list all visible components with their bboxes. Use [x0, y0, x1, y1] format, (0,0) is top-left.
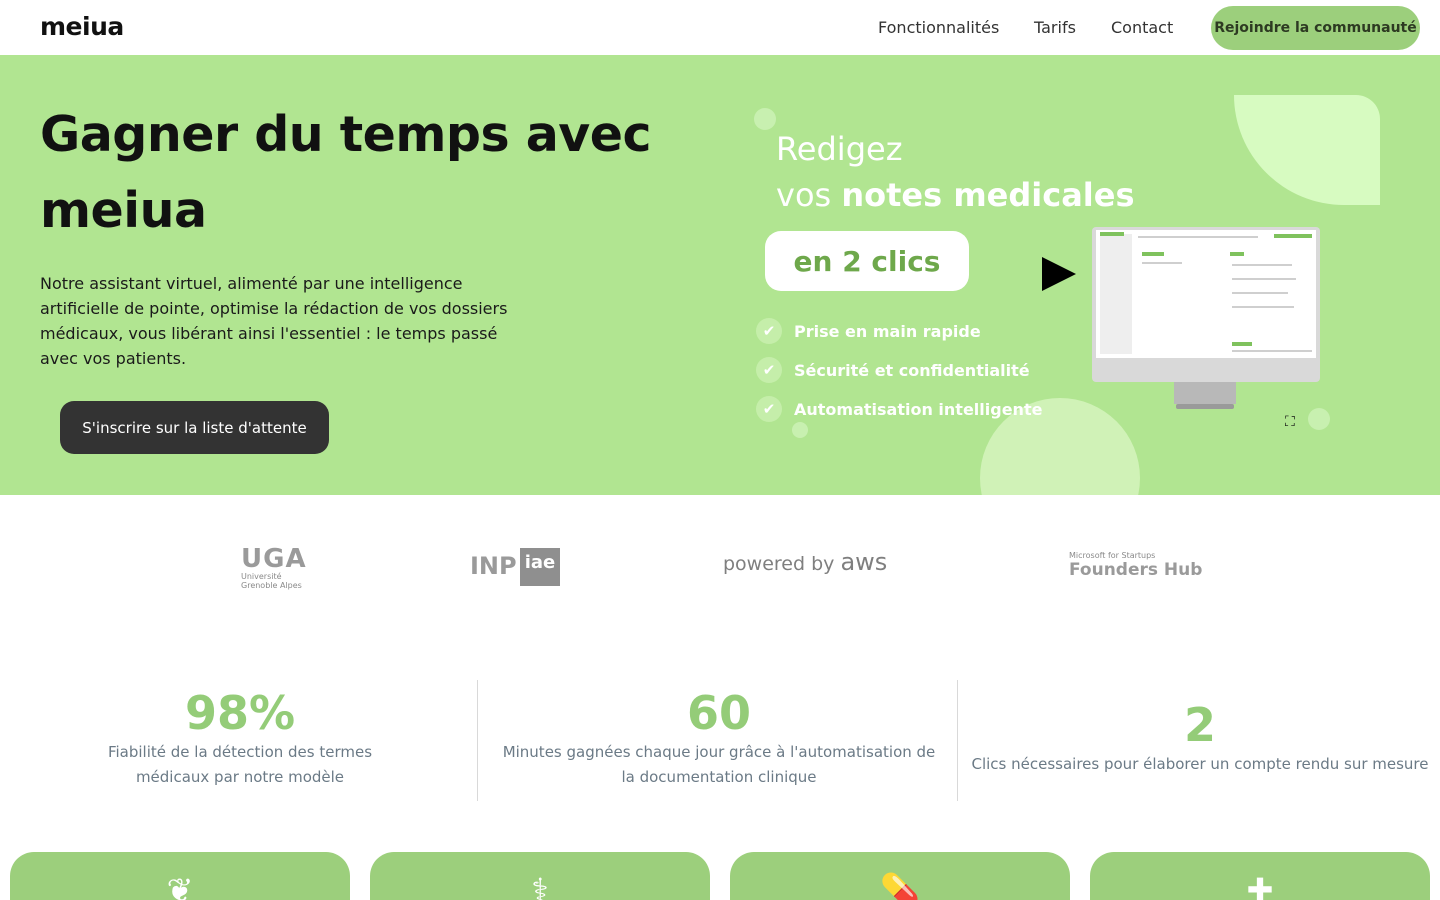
user-plus-icon: ✚ [1246, 871, 1274, 900]
site-header: meiua Fonctionnalités Tarifs Contact Rej… [0, 0, 1440, 55]
screen-line [1232, 306, 1294, 308]
hero-title: Gagner du temps avec meiua [40, 106, 652, 239]
feature-card[interactable]: ❦ [10, 852, 350, 900]
stethoscope-icon: ⚕ [531, 871, 549, 900]
promo-line-2-bold: notes medicales [841, 176, 1135, 214]
waitlist-button[interactable]: S'inscrire sur la liste d'attente [60, 401, 329, 454]
promo-line-2: vos notes medicales [776, 176, 1135, 214]
aws-brand: aws [840, 548, 888, 576]
nav-link-contact[interactable]: Contact [1111, 18, 1173, 37]
fullscreen-icon[interactable]: ⛶ [1285, 415, 1299, 429]
screen-sidebar [1100, 234, 1132, 354]
partner-logo-inp-iae: INP iae [470, 548, 560, 586]
stat-value: 60 [686, 686, 751, 740]
feature-card[interactable]: ✚ [1090, 852, 1430, 900]
hero-section: Gagner du temps avec meiua Notre assista… [0, 55, 1440, 495]
stat-reliability: 98% Fiabilité de la détection des termes… [60, 686, 420, 790]
screen-line [1138, 236, 1258, 238]
promo-pill: en 2 clics [765, 231, 969, 291]
uga-line-2: Grenoble Alpes [241, 581, 302, 590]
feature-card[interactable]: ⚕ [370, 852, 710, 900]
hero-description: Notre assistant virtuel, alimenté par un… [40, 274, 508, 368]
partner-logo-uga: UGA Université Grenoble Alpes [241, 546, 311, 590]
aws-prefix: powered by [723, 553, 841, 575]
stat-label: Minutes gagnées chaque jour grâce à l'au… [502, 743, 936, 786]
partner-logo-founders-hub: Microsoft for Startups Founders Hub [1069, 551, 1202, 580]
promo-video[interactable]: Redigez vos notes medicales en 2 clics ✔… [740, 80, 1400, 495]
monitor-illustration [1092, 227, 1320, 409]
partner-logo-aws: powered by aws [723, 548, 887, 576]
join-community-button[interactable]: Rejoindre la communauté [1211, 6, 1420, 50]
stat-label: Clics nécessaires pour élaborer un compt… [971, 755, 1429, 773]
nav-link-tarifs[interactable]: Tarifs [1034, 18, 1076, 37]
promo-feature: ✔ Sécurité et confidentialité [756, 357, 1030, 383]
iae-text: iae [520, 548, 560, 586]
check-icon: ✔ [756, 396, 782, 422]
screen-tag [1274, 234, 1312, 238]
check-icon: ✔ [756, 318, 782, 344]
stat-clicks: 2 Clics nécessaires pour élaborer un com… [970, 698, 1430, 777]
promo-feature-label: Sécurité et confidentialité [794, 360, 1030, 380]
stat-minutes: 60 Minutes gagnées chaque jour grâce à l… [496, 686, 942, 790]
promo-feature: ✔ Automatisation intelligente [756, 396, 1042, 422]
inp-text: INP [470, 552, 517, 580]
screen-line [1232, 292, 1288, 294]
decorative-blob [1234, 95, 1380, 205]
promo-line-2-prefix: vos [776, 176, 842, 214]
decorative-dot [792, 422, 808, 438]
screen-line [1232, 350, 1312, 352]
stat-divider [477, 680, 478, 801]
screen-line [1142, 262, 1182, 264]
monitor-screen [1096, 230, 1316, 358]
promo-feature-label: Prise en main rapide [794, 321, 981, 341]
stat-divider [957, 680, 958, 801]
play-icon[interactable] [1042, 257, 1076, 291]
decorative-dot [754, 108, 776, 130]
uga-abbr: UGA [241, 544, 307, 574]
stat-value: 98% [184, 686, 296, 740]
promo-feature-label: Automatisation intelligente [794, 399, 1043, 419]
logo[interactable]: meiua [40, 12, 124, 41]
promo-feature: ✔ Prise en main rapide [756, 318, 981, 344]
decorative-dot [1308, 408, 1330, 430]
check-icon: ✔ [756, 357, 782, 383]
screen-tag [1142, 252, 1164, 256]
msft-small: Microsoft for Startups [1069, 551, 1156, 560]
monitor-stand [1174, 382, 1236, 404]
pills-icon: 💊 [880, 871, 920, 900]
feature-card[interactable]: 💊 [730, 852, 1070, 900]
brain-icon: ❦ [166, 871, 194, 900]
promo-line-1: Redigez [776, 130, 903, 168]
msft-big: Founders Hub [1069, 560, 1203, 580]
stat-label: Fiabilité de la détection des termes méd… [107, 743, 373, 786]
screen-tag [1232, 342, 1252, 346]
screen-tag [1100, 232, 1124, 236]
screen-tag [1230, 252, 1244, 256]
screen-line [1232, 278, 1296, 280]
nav-link-fonctionnalites[interactable]: Fonctionnalités [878, 18, 999, 37]
screen-line [1232, 264, 1292, 266]
stat-value: 2 [1183, 698, 1216, 752]
monitor-base [1176, 404, 1234, 409]
